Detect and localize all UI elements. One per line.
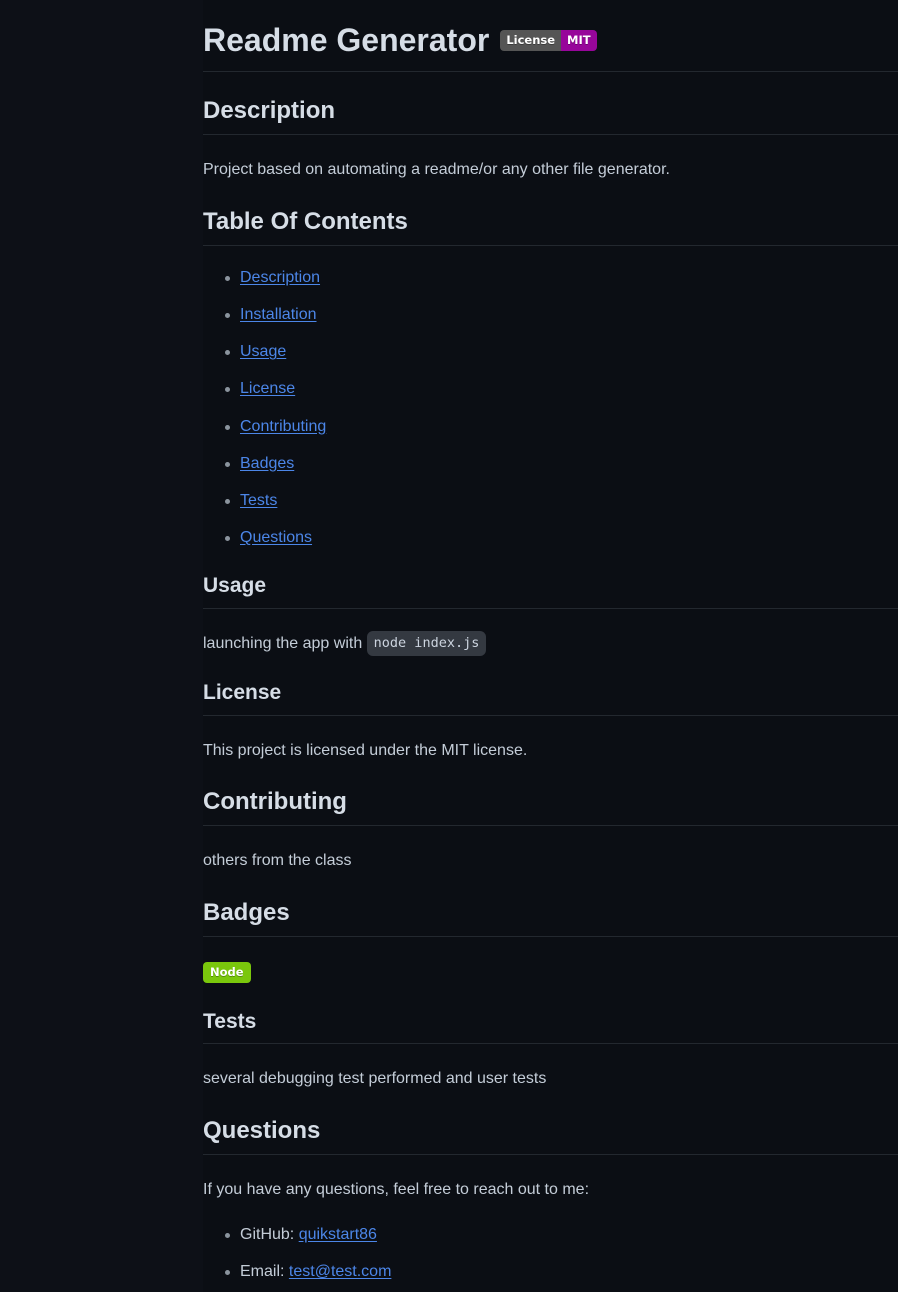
usage-body: launching the app with node index.js [203, 630, 898, 657]
title-divider [203, 71, 898, 72]
list-item: Tests [203, 489, 898, 512]
page-title-text: Readme Generator [203, 22, 490, 58]
readme-preview-page: Readme Generator License MIT Description… [0, 0, 898, 1292]
usage-inline-code: node index.js [366, 630, 487, 656]
email-link[interactable]: test@test.com [289, 1263, 392, 1280]
badges-divider [203, 936, 898, 938]
toc-divider [203, 244, 898, 246]
node-badge[interactable]: Node [203, 962, 251, 984]
email-label: Email: [240, 1263, 289, 1281]
list-item: Badges [203, 452, 898, 475]
toc-list: Description Installation Usage License C… [203, 266, 898, 550]
toc-link-license[interactable]: License [240, 380, 295, 397]
heading-description: Description [203, 97, 336, 124]
toc-link-description[interactable]: Description [240, 269, 320, 286]
license-divider [203, 714, 898, 716]
list-item: Questions [203, 526, 898, 549]
heading-contributing: Contributing [203, 788, 347, 816]
license-badge-value: MIT [561, 29, 597, 51]
usage-body-text: launching the app with [203, 634, 367, 652]
contributing-body: others from the class [203, 852, 352, 870]
list-item: Description [203, 266, 898, 289]
toc-link-contributing[interactable]: Contributing [240, 418, 326, 435]
list-item: Email: test@test.com [203, 1260, 898, 1283]
heading-tests: Tests [203, 1009, 257, 1033]
description-body: Project based on automating a readme/or … [203, 161, 670, 178]
heading-table-of-contents: Table Of Contents [203, 207, 408, 235]
toc-link-tests[interactable]: Tests [240, 492, 277, 509]
description-divider [203, 134, 898, 135]
heading-usage: Usage [203, 574, 267, 598]
toc-link-installation[interactable]: Installation [240, 306, 317, 323]
usage-divider [203, 607, 898, 609]
list-item: License [203, 377, 898, 400]
license-badge-label: License [500, 29, 562, 51]
list-item: Contributing [203, 415, 898, 438]
license-badge[interactable]: License MIT [500, 29, 597, 51]
left-gutter [0, 0, 203, 1292]
heading-license: License [203, 681, 282, 705]
page-title: Readme Generator License MIT [203, 20, 898, 71]
toc-link-questions[interactable]: Questions [240, 529, 312, 546]
toc-link-badges[interactable]: Badges [240, 455, 294, 472]
markdown-document: Readme Generator License MIT Description… [203, 0, 898, 1292]
github-link[interactable]: quikstart86 [299, 1226, 377, 1243]
license-body: This project is licensed under the MIT l… [203, 741, 528, 759]
questions-divider [203, 1154, 898, 1156]
badges-row: Node [203, 960, 898, 985]
heading-questions: Questions [203, 1117, 321, 1145]
tests-body: several debugging test performed and use… [203, 1070, 547, 1088]
github-label: GitHub: [240, 1225, 299, 1243]
tests-divider [203, 1043, 898, 1045]
list-item: GitHub: quikstart86 [203, 1223, 898, 1246]
questions-body: If you have any questions, feel free to … [203, 1181, 590, 1199]
list-item: Installation [203, 303, 898, 326]
contributing-divider [203, 825, 898, 827]
heading-badges: Badges [203, 899, 290, 927]
questions-contact-list: GitHub: quikstart86 Email: test@test.com [203, 1223, 898, 1283]
toc-link-usage[interactable]: Usage [240, 343, 286, 360]
list-item: Usage [203, 340, 898, 363]
